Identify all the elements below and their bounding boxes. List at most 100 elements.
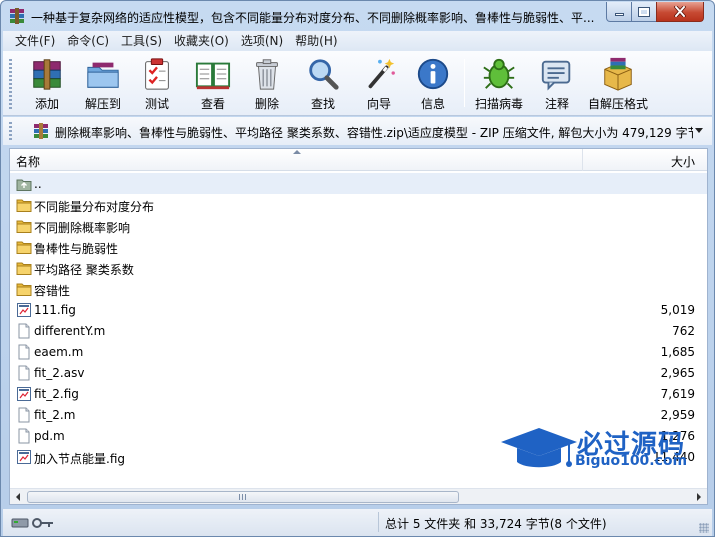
maximize-icon: [638, 6, 650, 17]
file-name: fit_2.asv: [34, 366, 85, 380]
file-row[interactable]: 鲁棒性与脆弱性: [10, 236, 707, 257]
graduation-cap-logo-icon: [501, 428, 577, 468]
fig-file-icon: [16, 449, 32, 465]
virus-bug-icon: [483, 58, 515, 89]
file-name: ..: [34, 177, 42, 191]
extract-button[interactable]: 解压到: [81, 54, 125, 112]
address-bar-grip[interactable]: [9, 122, 12, 140]
maximize-button[interactable]: [631, 2, 657, 22]
menu-options[interactable]: 选项(N): [235, 31, 289, 51]
winrar-app-icon: [10, 8, 24, 24]
virus-scan-label: 扫描病毒: [474, 97, 523, 111]
add-label: 添加: [34, 97, 59, 111]
view-book-icon: [195, 62, 231, 90]
file-row[interactable]: 平均路径 聚类系数: [10, 257, 707, 278]
menu-bar: 文件(F) 命令(C) 工具(S) 收藏夹(O) 选项(N) 帮助(H): [3, 31, 712, 51]
folder-icon: [16, 197, 32, 213]
find-label: 查找: [310, 97, 335, 111]
file-size: 7,619: [660, 387, 695, 401]
archive-path[interactable]: 删除概率影响、鲁棒性与脆弱性、平均路径 聚类系数、容错性.zip\适应度模型 -…: [55, 124, 693, 141]
minimize-button[interactable]: [606, 2, 632, 22]
find-button[interactable]: 查找: [303, 54, 343, 112]
column-name[interactable]: 名称: [10, 149, 583, 171]
column-header: 名称 大小: [10, 149, 707, 171]
scroll-left-button[interactable]: [10, 489, 26, 505]
resize-grip-icon[interactable]: [699, 523, 709, 533]
file-row[interactable]: 111.fig 5,019: [10, 299, 707, 320]
info-label: 信息: [420, 97, 445, 111]
close-icon: [674, 6, 686, 17]
status-summary: 总计 5 文件夹 和 33,724 字节(8 个文件): [385, 517, 607, 531]
menu-commands[interactable]: 命令(C): [61, 31, 115, 51]
extract-folder-icon: [87, 62, 119, 88]
search-icon: [309, 59, 339, 90]
file-name: 鲁棒性与脆弱性: [34, 242, 119, 256]
chevron-down-icon[interactable]: [695, 128, 703, 133]
file-icon: [16, 407, 32, 423]
wizard-label: 向导: [366, 97, 391, 111]
menu-file[interactable]: 文件(F): [9, 31, 61, 51]
file-name: eaem.m: [34, 345, 84, 359]
file-row[interactable]: fit_2.fig 7,619: [10, 383, 707, 404]
menu-favorites[interactable]: 收藏夹(O): [168, 31, 235, 51]
file-row[interactable]: differentY.m 762: [10, 320, 707, 341]
info-button[interactable]: 信息: [413, 54, 453, 112]
scroll-right-button[interactable]: [691, 489, 707, 505]
file-row[interactable]: eaem.m 1,685: [10, 341, 707, 362]
scrollbar-thumb[interactable]: [27, 491, 459, 503]
file-size: 2,959: [660, 408, 695, 422]
chevron-right-icon: [697, 493, 701, 501]
extract-label: 解压到: [84, 97, 121, 111]
comment-button[interactable]: 注释: [537, 54, 577, 112]
watermark-url: Biguo100.com: [575, 453, 688, 469]
drive-key-icon: [11, 518, 53, 528]
view-button[interactable]: 查看: [191, 54, 235, 112]
chevron-left-icon: [16, 493, 20, 501]
wizard-button[interactable]: 向导: [359, 54, 399, 112]
file-row[interactable]: 不同能量分布对度分布: [10, 194, 707, 215]
close-button[interactable]: [656, 2, 704, 22]
file-row[interactable]: ..: [10, 173, 707, 194]
toolbar-grip[interactable]: [9, 59, 12, 109]
virus-scan-button[interactable]: 扫描病毒: [471, 54, 527, 112]
add-archive-icon: [33, 59, 61, 90]
sfx-label: 自解压格式: [587, 97, 648, 111]
file-icon: [16, 365, 32, 381]
delete-button[interactable]: 删除: [247, 54, 287, 112]
test-button[interactable]: 测试: [139, 54, 175, 112]
column-name-label: 名称: [16, 155, 41, 169]
winrar-window: 一种基于复杂网络的适应性模型，包含不同能量分布对度分布、不同删除概率影响、鲁棒性…: [0, 0, 715, 537]
folder-icon: [16, 281, 32, 297]
delete-label: 删除: [254, 97, 279, 111]
sfx-button[interactable]: 自解压格式: [585, 54, 651, 112]
file-name: 平均路径 聚类系数: [34, 263, 134, 277]
file-icon: [16, 344, 32, 360]
menu-help[interactable]: 帮助(H): [289, 31, 343, 51]
sort-up-icon: [293, 150, 301, 154]
sfx-box-icon: [604, 57, 632, 91]
column-size[interactable]: 大小: [584, 149, 707, 171]
status-divider: [378, 512, 379, 532]
minimize-icon: [614, 13, 624, 16]
column-size-label: 大小: [670, 155, 695, 169]
toolbar: 添加 解压到 测试 查看 删除 查找 向导 信息 扫描病毒 注释 自解压格式: [3, 51, 712, 116]
file-row[interactable]: fit_2.asv 2,965: [10, 362, 707, 383]
fig-file-icon: [16, 386, 32, 402]
fig-file-icon: [16, 302, 32, 318]
comment-icon: [541, 60, 571, 91]
file-row[interactable]: 不同删除概率影响: [10, 215, 707, 236]
horizontal-scrollbar[interactable]: [10, 488, 707, 504]
menu-tools[interactable]: 工具(S): [115, 31, 168, 51]
folder-icon: [16, 260, 32, 276]
file-row[interactable]: 容错性: [10, 278, 707, 299]
add-button[interactable]: 添加: [27, 54, 67, 112]
info-icon: [417, 58, 449, 90]
file-size: 5,019: [660, 303, 695, 317]
file-size: 1,685: [660, 345, 695, 359]
file-size: 762: [672, 324, 695, 338]
test-clipboard-icon: [145, 58, 169, 90]
file-name: 不同删除概率影响: [34, 221, 131, 235]
window-title: 一种基于复杂网络的适应性模型，包含不同能量分布对度分布、不同删除概率影响、鲁棒性…: [31, 11, 595, 25]
file-icon: [16, 323, 32, 339]
magic-wand-icon: [368, 58, 395, 89]
